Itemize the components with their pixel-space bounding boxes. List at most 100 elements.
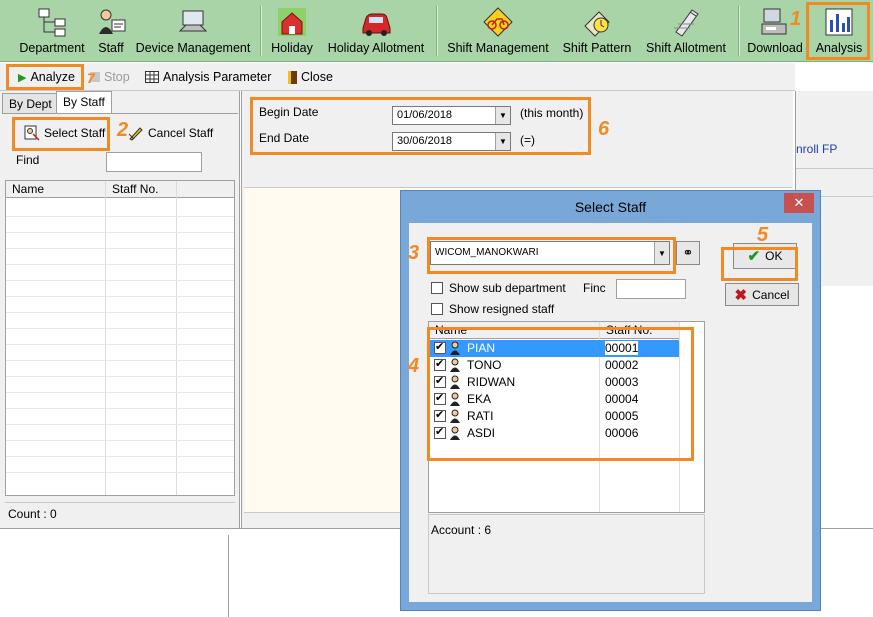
main-toolbar: Department Staff Device Management Holid… — [0, 0, 873, 62]
binoculars-icon: ⚭ — [682, 245, 694, 260]
show-resigned-checkbox[interactable]: Show resigned staff — [431, 302, 554, 316]
toolbar-label: Download — [747, 41, 803, 55]
grid-row-line — [6, 328, 234, 329]
close-button[interactable]: Close — [288, 68, 333, 86]
toolbar-separator — [260, 6, 262, 56]
tab-divider — [2, 113, 238, 114]
divider — [228, 535, 229, 617]
grid-row-line — [6, 392, 234, 393]
cancel-staff-button[interactable]: Cancel Staff — [128, 125, 213, 141]
dialog-close-button[interactable]: ✕ — [784, 193, 814, 213]
tab-by-dept[interactable]: By Dept — [2, 93, 59, 113]
holiday-icon — [278, 8, 306, 36]
toolbar-label: Device Management — [135, 41, 251, 55]
checkbox[interactable] — [431, 282, 443, 294]
callout-box-5 — [721, 247, 798, 281]
account-count: Account : 6 — [431, 523, 492, 537]
grid-row-line — [6, 280, 234, 281]
callout-box-2 — [12, 117, 110, 151]
grid-row-line — [6, 248, 234, 249]
grid-column-line — [176, 181, 177, 495]
analysis-parameter-button[interactable]: Analysis Parameter — [145, 68, 271, 86]
toolbar-label: Holiday Allotment — [327, 41, 425, 55]
toolbar-shift-allotment-button[interactable]: Shift Allotment — [641, 4, 731, 58]
toolbar-separator — [436, 6, 438, 56]
account-box: Account : 6 — [428, 514, 705, 594]
staff-count: Count : 0 — [5, 502, 235, 522]
show-resigned-label: Show resigned staff — [449, 302, 555, 316]
callout-box-4 — [427, 327, 694, 461]
show-sub-department-checkbox[interactable]: Show sub department — [431, 281, 566, 295]
toolbar-separator — [738, 6, 740, 56]
toolbar-label: Holiday — [271, 41, 313, 55]
enroll-fp-link[interactable]: nroll FP — [796, 142, 837, 156]
grid-row-line — [6, 456, 234, 457]
grid-row-line — [6, 360, 234, 361]
grid-row-line — [6, 424, 234, 425]
callout-box-7 — [6, 64, 84, 90]
download-icon — [761, 8, 787, 35]
search-department-button[interactable]: ⚭ — [676, 241, 700, 265]
staff-icon — [99, 9, 126, 34]
exit-door-icon — [288, 70, 297, 84]
callout-number-1: 1 — [790, 8, 802, 30]
close-icon: ✕ — [793, 195, 805, 210]
grid-row-line — [6, 264, 234, 265]
stop-label: Stop — [104, 70, 130, 84]
stop-button[interactable]: Stop — [90, 68, 130, 86]
grid-row-line — [6, 344, 234, 345]
grid-row-line — [6, 376, 234, 377]
dialog-find-label: Finc — [583, 281, 606, 295]
callout-number-6: 6 — [598, 118, 610, 140]
cancel-staff-pen-icon — [128, 127, 143, 141]
callout-number-4: 4 — [408, 355, 420, 377]
grid-row-line — [6, 216, 234, 217]
dialog-find-input[interactable] — [616, 279, 686, 299]
checkbox[interactable] — [431, 303, 443, 315]
staff-grid[interactable]: Name Staff No. — [5, 180, 235, 496]
toolbar-shift-pattern-button[interactable]: Shift Pattern — [559, 4, 635, 58]
toolbar-label: Shift Pattern — [562, 41, 632, 55]
toolbar-department-button[interactable]: Department — [16, 4, 88, 58]
toolbar-label: Shift Allotment — [646, 41, 726, 55]
analysis-toolbar: ▶ Analyze Stop Analysis Parameter Close — [0, 63, 795, 91]
divider — [796, 168, 873, 169]
cancel-x-icon: ✖ — [734, 286, 748, 304]
callout-number-7: 7 — [87, 70, 95, 86]
callout-number-2: 2 — [117, 119, 129, 141]
staff-selection-panel: By Dept By Staff Select Staff 2 Cancel S… — [0, 91, 240, 528]
grid-row-line — [6, 232, 234, 233]
callout-box-1 — [806, 2, 870, 60]
holiday-allotment-icon — [362, 13, 391, 36]
analysis-parameter-label: Analysis Parameter — [163, 70, 272, 84]
show-sub-department-label: Show sub department — [449, 281, 566, 295]
close-label: Close — [301, 70, 333, 84]
column-header-name[interactable]: Name — [6, 182, 44, 196]
toolbar-label: Shift Management — [447, 41, 549, 55]
toolbar-device-management-button[interactable]: Device Management — [134, 4, 252, 58]
shift-allotment-icon — [674, 9, 699, 37]
toolbar-label: Staff — [98, 41, 124, 55]
grid-column-line — [105, 181, 106, 495]
tab-by-staff[interactable]: By Staff — [56, 91, 112, 114]
department-icon — [38, 8, 66, 37]
grid-row-line — [6, 312, 234, 313]
dialog-title: Select Staff — [574, 199, 647, 215]
callout-number-5: 5 — [757, 224, 769, 246]
grid-row-line — [6, 408, 234, 409]
grid-row-line — [6, 440, 234, 441]
shift-management-icon — [483, 7, 513, 37]
dialog-cancel-button[interactable]: ✖ Cancel — [725, 283, 799, 306]
cancel-label: Cancel — [752, 287, 790, 302]
staff-grid-header: Name Staff No. — [6, 181, 234, 198]
toolbar-staff-button[interactable]: Staff — [93, 4, 129, 58]
toolbar-holiday-button[interactable]: Holiday — [268, 4, 316, 58]
toolbar-holiday-allotment-button[interactable]: Holiday Allotment — [324, 4, 428, 58]
toolbar-shift-management-button[interactable]: Shift Management — [444, 4, 552, 58]
grid-row-line — [6, 472, 234, 473]
shift-pattern-icon — [584, 11, 610, 37]
find-input[interactable] — [106, 152, 202, 172]
parameter-grid-icon — [145, 71, 159, 83]
device-management-icon — [178, 10, 208, 32]
column-header-staff-no[interactable]: Staff No. — [106, 182, 158, 196]
